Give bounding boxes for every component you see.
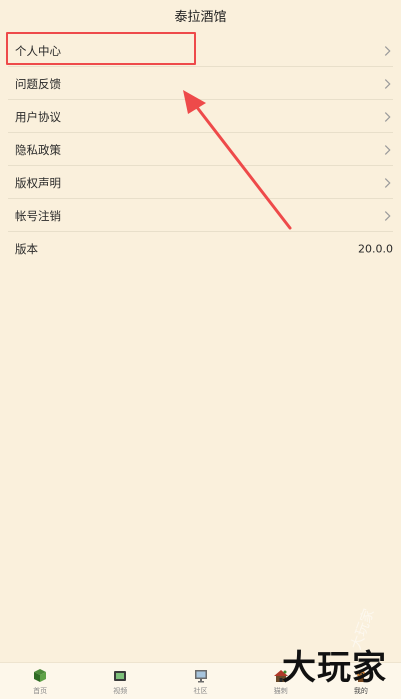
version-label: 版本	[15, 241, 38, 256]
chevron-right-icon	[384, 177, 391, 188]
character-icon	[356, 670, 365, 682]
chevron-right-icon	[384, 144, 391, 155]
watermark-faint: 大玩家	[348, 606, 378, 652]
menu-item-copyright[interactable]: 版权声明	[0, 166, 401, 199]
menu-item-label: 问题反馈	[15, 76, 61, 91]
page-title: 泰拉酒馆	[0, 0, 401, 30]
menu-item-user-agreement[interactable]: 用户协议	[0, 100, 401, 133]
tab-label: 视频	[113, 687, 128, 695]
menu-item-privacy-policy[interactable]: 隐私政策	[0, 133, 401, 166]
menu-item-label: 版权声明	[15, 175, 61, 190]
menu-item-label: 个人中心	[15, 43, 61, 58]
tab-label: 猫刺	[273, 687, 288, 695]
menu-item-version: 版本 20.0.0	[0, 232, 401, 265]
chevron-right-icon	[384, 210, 391, 221]
settings-menu: 个人中心 问题反馈 用户协议 隐私政策 版权声明 帐号注销 版本 20.0.0	[0, 34, 401, 265]
menu-item-personal-center[interactable]: 个人中心	[0, 34, 401, 67]
menu-item-feedback[interactable]: 问题反馈	[0, 67, 401, 100]
tv-icon	[114, 671, 127, 681]
menu-item-label: 隐私政策	[15, 142, 61, 157]
version-value: 20.0.0	[358, 242, 393, 255]
menu-item-label: 用户协议	[15, 109, 61, 124]
tab-tavern[interactable]: 猫刺	[241, 663, 321, 699]
tab-video[interactable]: 视频	[80, 663, 160, 699]
chevron-right-icon	[384, 78, 391, 89]
house-icon	[273, 670, 288, 682]
tab-label: 首页	[33, 687, 48, 695]
tab-community[interactable]: 社区	[160, 663, 240, 699]
tab-home[interactable]: 首页	[0, 663, 80, 699]
menu-item-label: 帐号注销	[15, 208, 61, 223]
bottom-tab-bar: 首页 视频 社区 猫刺 我的	[0, 662, 401, 699]
chevron-right-icon	[384, 111, 391, 122]
book-icon	[34, 669, 47, 682]
tab-label: 我的	[353, 687, 368, 695]
chevron-right-icon	[384, 45, 391, 56]
monitor-icon	[194, 670, 207, 683]
tab-label: 社区	[193, 687, 208, 695]
menu-item-delete-account[interactable]: 帐号注销	[0, 199, 401, 232]
tab-mine[interactable]: 我的	[321, 663, 401, 699]
page-title-text: 泰拉酒馆	[174, 9, 227, 25]
